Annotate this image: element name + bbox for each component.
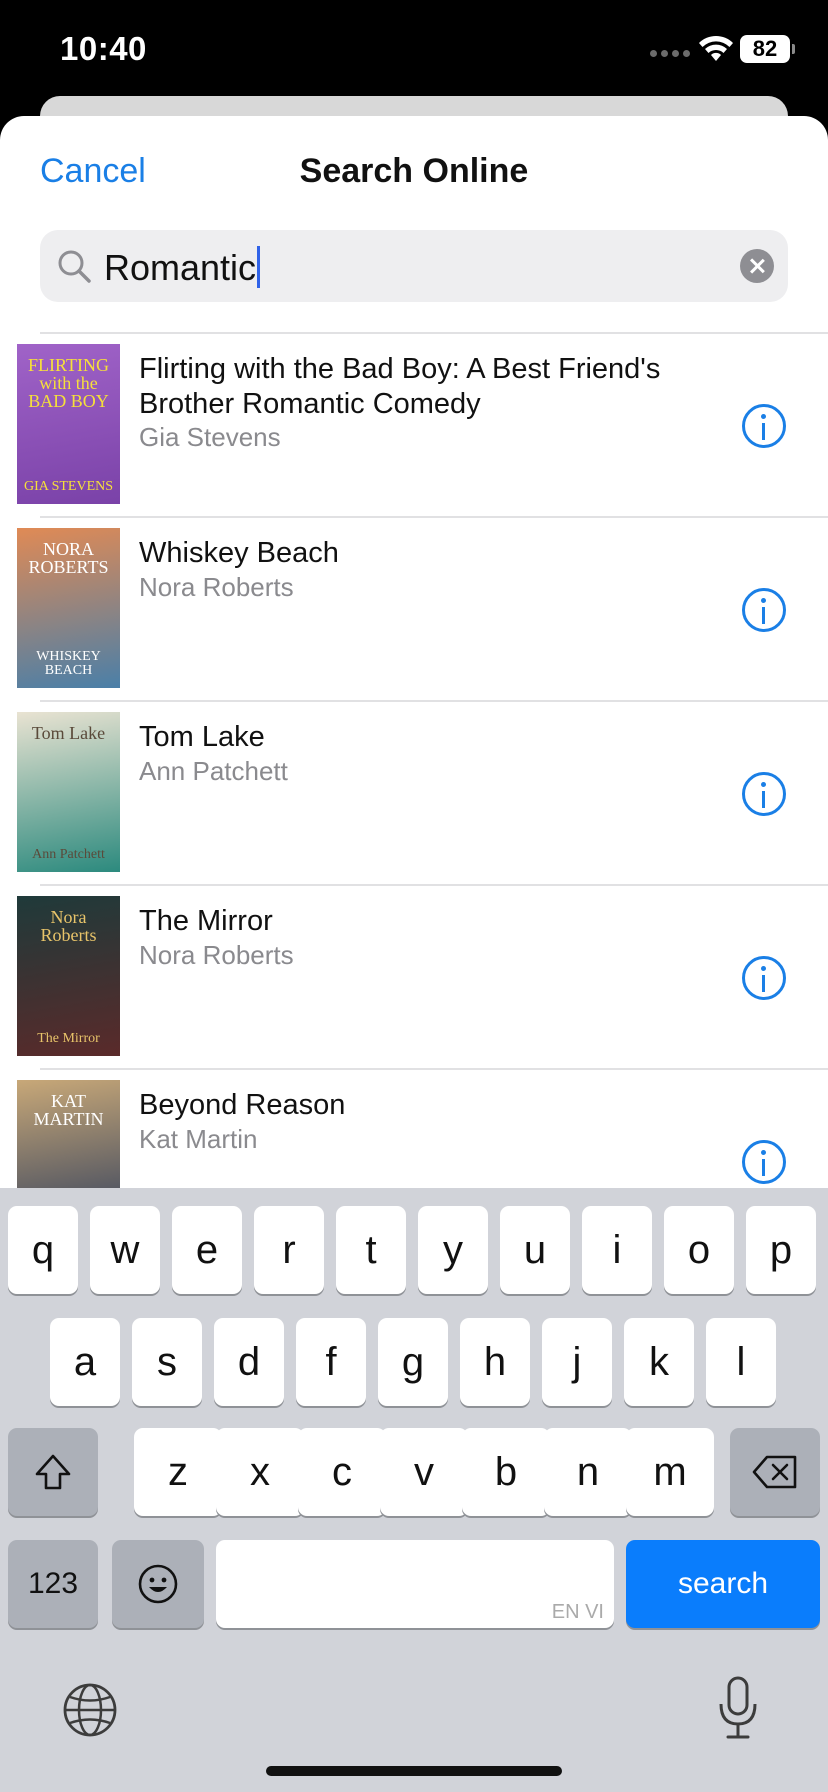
numbers-key[interactable]: 123 bbox=[8, 1540, 98, 1628]
shift-key[interactable] bbox=[8, 1428, 98, 1516]
cover-title-text: KAT MARTIN bbox=[33, 1091, 104, 1129]
book-author: Gia Stevens bbox=[139, 422, 281, 452]
key-w[interactable]: w bbox=[90, 1206, 160, 1294]
backspace-key[interactable] bbox=[730, 1428, 820, 1516]
key-z[interactable]: z bbox=[134, 1428, 222, 1516]
book-author: Ann Patchett bbox=[139, 756, 288, 786]
book-title: Beyond Reason bbox=[139, 1089, 346, 1121]
key-j[interactable]: j bbox=[542, 1318, 612, 1406]
key-v[interactable]: v bbox=[380, 1428, 468, 1516]
book-cover-image: FLIRTING with the BAD BOY GIA STEVENS bbox=[17, 344, 120, 504]
key-s[interactable]: s bbox=[132, 1318, 202, 1406]
key-u[interactable]: u bbox=[500, 1206, 570, 1294]
globe-icon[interactable] bbox=[62, 1682, 118, 1738]
battery-indicator: 82 bbox=[740, 35, 790, 63]
book-author: Kat Martin bbox=[139, 1124, 258, 1154]
book-cover-image: Nora Roberts The Mirror bbox=[17, 896, 120, 1056]
key-e[interactable]: e bbox=[172, 1206, 242, 1294]
result-row[interactable]: Tom Lake Ann Patchett Tom Lake Ann Patchett bbox=[17, 700, 828, 884]
search-icon bbox=[58, 250, 91, 283]
cover-author-text: WHISKEY BEACH bbox=[36, 649, 101, 678]
cellular-signal-icon bbox=[650, 50, 690, 57]
battery-tip bbox=[792, 44, 795, 54]
book-title: The Mirror bbox=[139, 905, 273, 937]
emoji-icon bbox=[138, 1564, 178, 1604]
info-icon[interactable] bbox=[742, 956, 786, 1000]
key-y[interactable]: y bbox=[418, 1206, 488, 1294]
book-cover-image: Tom Lake Ann Patchett bbox=[17, 712, 120, 872]
keyboard: 123 EN VI search qwertyuiop asdfghjkl zxcv… bbox=[0, 1188, 828, 1792]
shift-icon bbox=[35, 1454, 71, 1490]
key-t[interactable]: t bbox=[336, 1206, 406, 1294]
key-n[interactable]: n bbox=[544, 1428, 632, 1516]
cover-title-text: FLIRTING with the BAD BOY bbox=[28, 355, 109, 411]
key-l[interactable]: l bbox=[706, 1318, 776, 1406]
info-icon[interactable] bbox=[742, 1140, 786, 1184]
home-indicator bbox=[266, 1766, 562, 1776]
keyboard-language-label: EN VI bbox=[551, 1601, 604, 1623]
info-icon[interactable] bbox=[742, 404, 786, 448]
info-icon[interactable] bbox=[742, 588, 786, 632]
book-author: Nora Roberts bbox=[139, 940, 294, 970]
key-f[interactable]: f bbox=[296, 1318, 366, 1406]
key-r[interactable]: r bbox=[254, 1206, 324, 1294]
backspace-icon bbox=[752, 1455, 797, 1489]
key-g[interactable]: g bbox=[378, 1318, 448, 1406]
search-key[interactable]: search bbox=[626, 1540, 820, 1628]
emoji-key[interactable] bbox=[112, 1540, 204, 1628]
clear-search-icon[interactable] bbox=[740, 249, 774, 283]
result-row[interactable]: NORA ROBERTS WHISKEY BEACH Whiskey Beach No… bbox=[17, 516, 828, 700]
key-a[interactable]: a bbox=[50, 1318, 120, 1406]
status-bar: 10:40 82 bbox=[0, 0, 828, 100]
wifi-icon bbox=[699, 35, 733, 61]
result-row[interactable]: Nora Roberts The Mirror The Mirror Nora Rob… bbox=[17, 884, 828, 1068]
search-input[interactable]: Romantic bbox=[104, 246, 261, 289]
book-cover-image: NORA ROBERTS WHISKEY BEACH bbox=[17, 528, 120, 688]
key-c[interactable]: c bbox=[298, 1428, 386, 1516]
cover-author-text: Ann Patchett bbox=[32, 847, 105, 862]
book-title: Whiskey Beach bbox=[139, 537, 339, 569]
text-caret bbox=[257, 246, 261, 288]
key-q[interactable]: q bbox=[8, 1206, 78, 1294]
status-time: 10:40 bbox=[60, 30, 147, 67]
info-icon[interactable] bbox=[742, 772, 786, 816]
cover-title-text: Nora Roberts bbox=[40, 907, 97, 945]
book-title: Flirting with the Bad Boy: A Best Friend… bbox=[139, 353, 661, 420]
key-m[interactable]: m bbox=[626, 1428, 714, 1516]
search-results-list: FLIRTING with the BAD BOY GIA STEVENS Flir… bbox=[0, 332, 828, 1252]
key-x[interactable]: x bbox=[216, 1428, 304, 1516]
book-title: Tom Lake bbox=[139, 721, 265, 753]
key-d[interactable]: d bbox=[214, 1318, 284, 1406]
key-p[interactable]: p bbox=[746, 1206, 816, 1294]
cover-title-text: NORA ROBERTS bbox=[28, 539, 109, 577]
book-author: Nora Roberts bbox=[139, 572, 294, 602]
key-k[interactable]: k bbox=[624, 1318, 694, 1406]
key-i[interactable]: i bbox=[582, 1206, 652, 1294]
key-h[interactable]: h bbox=[460, 1318, 530, 1406]
key-o[interactable]: o bbox=[664, 1206, 734, 1294]
microphone-icon[interactable] bbox=[716, 1676, 760, 1740]
result-row[interactable]: FLIRTING with the BAD BOY GIA STEVENS Flir… bbox=[17, 332, 828, 516]
cover-author-text: GIA STEVENS bbox=[23, 479, 114, 494]
cover-author-text: The Mirror bbox=[37, 1031, 100, 1046]
search-input-value: Romantic bbox=[104, 247, 257, 288]
cover-title-text: Tom Lake bbox=[31, 723, 106, 743]
search-field[interactable]: Romantic bbox=[40, 230, 788, 302]
cancel-button[interactable]: Cancel bbox=[40, 152, 146, 191]
key-b[interactable]: b bbox=[462, 1428, 550, 1516]
space-key[interactable]: EN VI bbox=[216, 1540, 614, 1628]
